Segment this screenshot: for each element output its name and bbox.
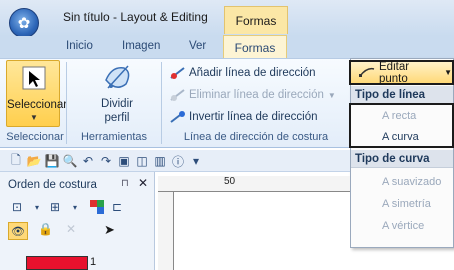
group-label-herramientas: Herramientas — [80, 131, 148, 143]
dividir-label-1: Dividir — [101, 98, 133, 110]
save-icon[interactable]: 💾 — [44, 153, 60, 169]
invertir-linea-label: Invertir línea de dirección — [189, 111, 318, 123]
menu-item-a-vertice[interactable]: A vértice — [356, 216, 452, 236]
seleccionar-button[interactable]: Seleccionar ▼ — [6, 60, 68, 127]
design-canvas[interactable] — [174, 192, 350, 270]
menu-header-tipo-curva: Tipo de curva — [351, 150, 453, 168]
pointer-icon[interactable]: ➤ — [104, 222, 115, 238]
customize-icon[interactable]: ▾ — [188, 153, 204, 169]
ruler-top — [158, 176, 350, 192]
eliminar-linea-label: Eliminar línea de dirección — [189, 89, 324, 101]
dividir-perfil-button[interactable]: Dividir perfil — [82, 60, 152, 127]
anadir-linea-label: Añadir línea de dirección — [189, 67, 316, 79]
panel-title: Orden de costura — [8, 179, 97, 191]
pin-icon[interactable]: ⊓ — [121, 178, 129, 189]
lock-icon[interactable]: 🔒 — [38, 222, 53, 236]
menu-item-a-simetria[interactable]: A simetría — [356, 194, 452, 214]
chevron-down-icon[interactable]: ▾ — [28, 198, 46, 216]
menu-item-a-suavizado[interactable]: A suavizado — [356, 172, 452, 192]
close-icon[interactable]: ✕ — [138, 176, 148, 190]
app-menu-button[interactable]: ✿ — [9, 8, 39, 38]
window-title: Sin título - Layout & Editing — [63, 10, 208, 24]
tab-inicio[interactable]: Inicio — [66, 40, 93, 52]
swatch-number: 1 — [90, 256, 97, 268]
ruler-left — [158, 192, 174, 270]
ruler-mark: 50 — [224, 176, 236, 187]
dividir-label-2: perfil — [104, 112, 130, 124]
undo-icon[interactable]: ↶ — [80, 153, 96, 169]
view-icon[interactable]: ▣ — [116, 153, 132, 169]
invertir-linea-button[interactable]: Invertir línea de dirección — [170, 110, 317, 124]
tree-icon[interactable]: ⊞ — [46, 198, 64, 216]
anadir-linea-button[interactable]: Añadir línea de dirección — [170, 66, 316, 80]
layout-icon[interactable]: ▥ — [152, 153, 168, 169]
tab-ver[interactable]: Ver — [189, 40, 206, 52]
seleccionar-label: Seleccionar — [7, 99, 68, 111]
select-arrow-icon — [22, 66, 46, 90]
new-file-icon[interactable]: 🗋 — [8, 153, 24, 169]
group-separator — [66, 62, 67, 144]
menu-header-tipo-linea: Tipo de línea — [351, 86, 453, 104]
help-icon[interactable]: ⓘ — [170, 153, 186, 169]
color-order-icon[interactable] — [88, 198, 106, 216]
group-label-linea: Línea de dirección de costura — [183, 131, 329, 143]
panel-icon[interactable]: ◫ — [134, 153, 150, 169]
add-direction-icon — [170, 66, 186, 80]
expand-icon[interactable]: ⊡ — [8, 198, 26, 216]
group-label-seleccionar: Seleccionar — [6, 131, 64, 143]
redo-icon[interactable]: ↷ — [98, 153, 114, 169]
context-tab-header: Formas — [224, 6, 288, 34]
chevron-down-icon: ▼ — [30, 113, 38, 122]
chevron-down-icon: ▼ — [327, 90, 336, 100]
group-separator — [161, 62, 162, 144]
zoom-icon[interactable]: 🔍 — [62, 153, 78, 169]
split-shape-icon — [105, 65, 130, 89]
visibility-eye-icon[interactable]: 👁 — [8, 222, 28, 240]
invert-direction-icon — [170, 110, 186, 124]
edit-point-icon — [359, 65, 375, 80]
chevron-down-icon: ▼ — [444, 68, 452, 77]
chevron-down-icon[interactable]: ▾ — [66, 198, 84, 216]
tab-imagen[interactable]: Imagen — [122, 40, 160, 52]
flower-logo-icon: ✿ — [17, 15, 31, 32]
frame-icon[interactable]: ⊏ — [108, 198, 126, 216]
delete-direction-icon — [170, 88, 186, 102]
highlight-box — [349, 103, 454, 148]
eliminar-linea-button[interactable]: Eliminar línea de dirección ▼ — [170, 88, 336, 102]
editar-punto-label: Editar punto — [379, 60, 410, 85]
editar-punto-button[interactable]: Editar punto ▼ — [349, 60, 454, 85]
color-swatch[interactable] — [26, 256, 88, 270]
delete-icon[interactable]: ✕ — [66, 222, 76, 236]
open-folder-icon[interactable]: 📂 — [26, 153, 42, 169]
tab-formas[interactable]: Formas — [223, 35, 287, 59]
